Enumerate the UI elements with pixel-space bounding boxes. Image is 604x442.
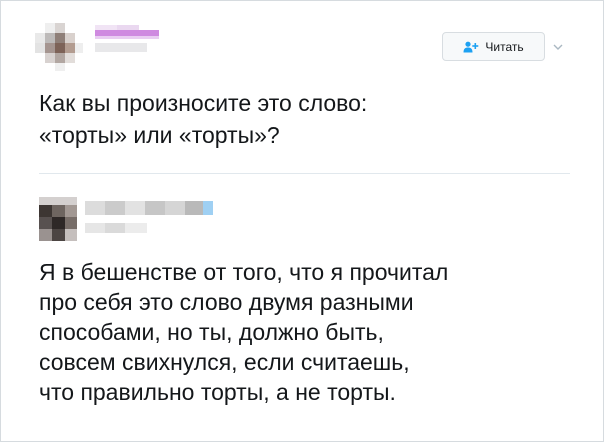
reply-author-name[interactable] [85,201,213,215]
reply-text-line: способами, но ты, должно быть, [39,319,384,345]
follow-button[interactable]: Читать [442,32,545,61]
author-name[interactable] [95,25,159,39]
reply-author-handle[interactable] [85,223,147,233]
reply-text-line: совсем свихнулся, если считаешь, [39,349,410,375]
reply-text-line: что правильно торты, а не торты. [39,379,396,405]
tweet-text: Как вы произносите это слово: «торты» ил… [39,87,559,151]
reply-text-line: про себя это слово двумя разными [39,289,414,315]
tweet-text-line: Как вы произносите это слово: [39,90,368,116]
add-user-icon [463,41,479,53]
reply-author-avatar[interactable] [39,197,77,241]
author-avatar[interactable] [35,23,83,71]
follow-button-label: Читать [485,39,524,54]
chevron-down-icon[interactable] [552,39,564,50]
author-handle[interactable] [95,43,147,52]
divider [39,173,570,174]
reply-text-line: Я в бешенстве от того, что я прочитал [39,259,449,285]
reply-text: Я в бешенстве от того, что я прочитал пр… [39,257,579,407]
tweet-card: Читать Как вы произносите это слово: «то… [0,0,604,442]
tweet-text-line: «торты» или «торты»? [39,122,280,148]
